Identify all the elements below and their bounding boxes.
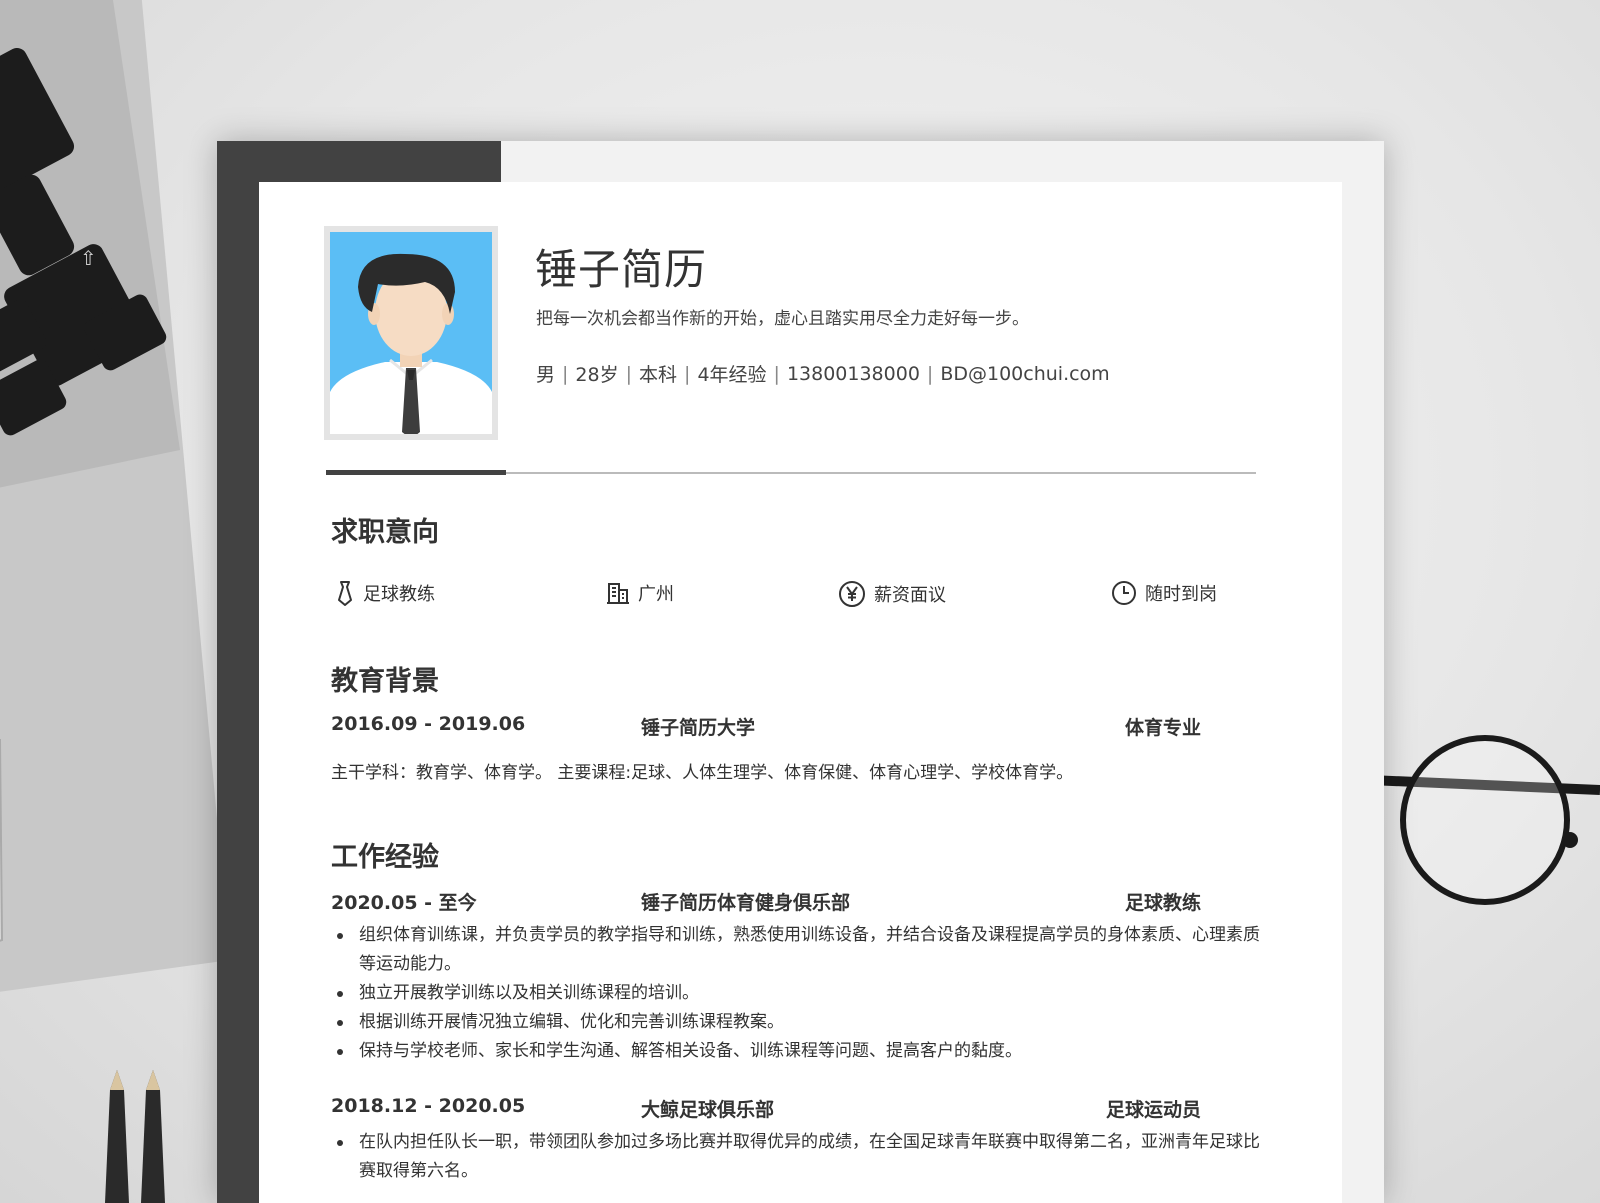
building-icon <box>607 583 629 604</box>
intent-salary: 薪资面议 <box>838 580 946 608</box>
resume-sheet: 锤子简历 把每一次机会都当作新的开始，虚心且踏实用尽全力走好每一步。 男 | 2… <box>217 141 1384 1203</box>
info-separator: | <box>625 362 633 385</box>
education-major: 体育专业 <box>1124 717 1201 739</box>
resume-motto: 把每一次机会都当作新的开始，虚心且踏实用尽全力走好每一步。 <box>536 309 1029 329</box>
degree: 本科 <box>639 364 678 386</box>
phone-number: 13800138000 <box>786 362 920 385</box>
list-item: 根据训练开展情况独立编辑、优化和完善训练课程教案。 <box>331 1008 1261 1037</box>
header-divider-accent <box>326 470 506 475</box>
education-row: 2016.09 - 2019.06 锤子简历大学 体育专业 <box>331 713 1201 739</box>
svg-text:⇧: ⇧ <box>80 246 97 270</box>
work-row: 2020.05 - 至今 锤子简历体育健身俱乐部 足球教练 <box>331 888 1201 914</box>
intent-availability-label: 随时到岗 <box>1145 584 1217 605</box>
education-description: 主干学科：教育学、体育学。 主要课程:足球、人体生理学、体育保健、体育心理学、学… <box>331 763 1074 783</box>
info-separator: | <box>926 362 934 385</box>
info-separator: | <box>684 362 691 385</box>
yen-icon <box>839 581 865 607</box>
list-item: 保持与学校老师、家长和学生沟通、解答相关设备、训练课程等问题、提高客户的黏度。 <box>331 1037 1261 1066</box>
resume-name: 锤子简历 <box>535 245 708 294</box>
intent-city-label: 广州 <box>638 584 674 605</box>
clock-icon <box>1112 581 1136 605</box>
intent-availability: 随时到岗 <box>1111 580 1217 606</box>
education-period: 2016.09 - 2019.06 <box>331 713 526 735</box>
list-item: 在队内担任队长一职，带领团队参加过多场比赛并取得优异的成绩，在全国足球青年联赛中… <box>331 1128 1261 1186</box>
section-title-job-intent: 求职意向 <box>331 517 439 548</box>
laptop-decoration: ⇧ <box>0 0 230 992</box>
education-school: 锤子简历大学 <box>641 717 756 739</box>
resume-page: 锤子简历 把每一次机会都当作新的开始，虚心且踏实用尽全力走好每一步。 男 | 2… <box>259 182 1342 1203</box>
experience-years: 4年经验 <box>697 364 767 386</box>
work-period: 2018.12 - 2020.05 <box>331 1095 526 1117</box>
tie-icon <box>338 581 352 606</box>
section-title-education: 教育背景 <box>331 666 439 697</box>
work-company: 锤子简历体育健身俱乐部 <box>641 892 851 914</box>
info-separator: | <box>773 362 780 385</box>
info-separator: | <box>562 362 569 385</box>
section-title-work: 工作经验 <box>331 842 439 873</box>
list-item: 独立开展教学训练以及相关训练课程的培训。 <box>331 979 1261 1008</box>
profile-photo-frame <box>324 226 498 440</box>
work-role: 足球教练 <box>1124 892 1201 914</box>
intent-salary-label: 薪资面议 <box>874 585 946 606</box>
pencils-decoration <box>105 1070 165 1203</box>
list-item: 组织体育训练课，并负责学员的教学指导和训练，熟悉使用训练设备，并结合设备及课程提… <box>331 921 1261 979</box>
gender: 男 <box>536 364 556 386</box>
work-row: 2018.12 - 2020.05 大鲸足球俱乐部 足球运动员 <box>331 1095 1201 1121</box>
work-role: 足球运动员 <box>1105 1099 1201 1121</box>
glasses-decoration <box>1370 735 1600 905</box>
personal-info: 男 | 28岁 | 本科 | 4年经验 | 13800138000 | BD@1… <box>536 360 1110 387</box>
work-period: 2020.05 - 至今 <box>331 892 477 914</box>
email-address: BD@100chui.com <box>940 362 1110 385</box>
intent-city: 广州 <box>606 580 674 606</box>
work-company: 大鲸足球俱乐部 <box>641 1099 775 1121</box>
work-duties: 在队内担任队长一职，带领团队参加过多场比赛并取得优异的成绩，在全国足球青年联赛中… <box>331 1128 1261 1186</box>
intent-position: 足球教练 <box>335 580 435 606</box>
avatar <box>330 232 492 434</box>
age: 28岁 <box>575 364 619 386</box>
work-duties: 组织体育训练课，并负责学员的教学指导和训练，熟悉使用训练设备，并结合设备及课程提… <box>331 921 1261 1066</box>
intent-position-label: 足球教练 <box>363 584 435 605</box>
